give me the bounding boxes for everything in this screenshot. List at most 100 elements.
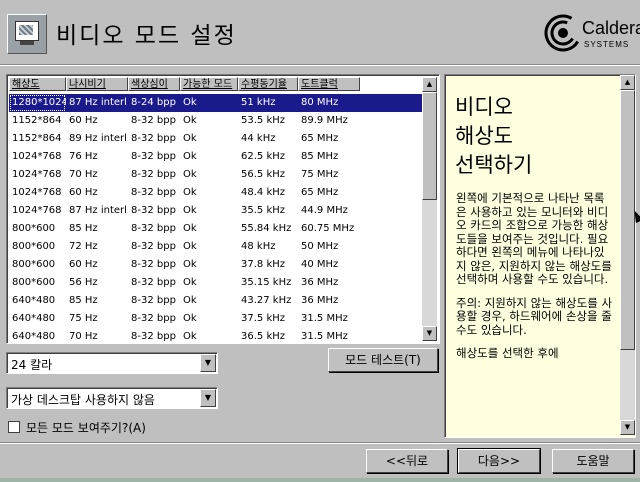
- table-row[interactable]: 1024*768 70 Hz 8-32 bpp Ok 56.5 kHz 75 MHz: [9, 166, 423, 184]
- next-button[interactable]: 다음>>: [457, 448, 541, 474]
- table-cell: 60 Hz: [69, 115, 98, 126]
- color-depth-select[interactable]: 24 칼라 ▼: [6, 352, 218, 374]
- table-cell: 36 MHz: [301, 295, 339, 306]
- table-row[interactable]: 640*480 85 Hz 8-32 bpp Ok 43.27 kHz 36 MHz: [9, 292, 423, 310]
- scroll-down-button[interactable]: ▼: [620, 420, 635, 435]
- table-cell: 75 MHz: [301, 169, 339, 180]
- table-cell: 640*480: [12, 313, 56, 324]
- table-row[interactable]: 1152*864 60 Hz 8-32 bpp Ok 53.5 kHz 89.9 MHz: [9, 112, 423, 130]
- logo-subtitle: SYSTEMS: [584, 40, 630, 49]
- table-cell: 1280*1024: [9, 94, 66, 112]
- scroll-thumb[interactable]: [422, 92, 437, 200]
- table-cell: Ok: [183, 313, 197, 324]
- table-cell: 8-32 bpp: [131, 133, 176, 144]
- table-row[interactable]: 1024*768 87 Hz interl. 8-32 bpp Ok 35.5 kHz 4…: [9, 202, 423, 220]
- table-cell: 75 Hz: [69, 313, 98, 324]
- chevron-down-icon[interactable]: ▼: [200, 389, 216, 407]
- table-row[interactable]: 1152*864 89 Hz interl. 8-32 bpp Ok 44 kHz 65 …: [9, 130, 423, 148]
- table-cell: 8-32 bpp: [131, 259, 176, 270]
- table-cell: 31.5 MHz: [301, 313, 348, 324]
- table-cell: 1152*864: [12, 133, 62, 144]
- table-cell: 60 Hz: [69, 187, 98, 198]
- table-cell: 62.5 kHz: [241, 151, 286, 162]
- table-cell: Ok: [183, 259, 197, 270]
- table-cell: 35.5 kHz: [241, 205, 286, 216]
- table-cell: 70 Hz: [69, 331, 98, 341]
- table-cell: 640*480: [12, 295, 56, 306]
- table-cell: 65 MHz: [301, 133, 339, 144]
- caldera-logo: Caldera SYSTEMS: [544, 12, 640, 54]
- virtual-desktop-select[interactable]: 가상 데스크탑 사용하지 않음 ▼: [6, 387, 218, 409]
- table-cell: 76 Hz: [69, 151, 98, 162]
- table-cell: Ok: [183, 205, 197, 216]
- table-cell: 87 Hz interl.: [69, 205, 128, 216]
- table-body: 1280*1024 87 Hz interl. 8-24 bpp Ok 51 kHz 80…: [9, 94, 423, 341]
- table-cell: 87 Hz interl.: [69, 97, 128, 108]
- column-header-dotclock[interactable]: 도트클럭: [298, 77, 360, 91]
- table-cell: 8-32 bpp: [131, 205, 176, 216]
- checkbox-box[interactable]: [8, 421, 20, 433]
- table-cell: 1024*768: [12, 205, 62, 216]
- table-cell: 1152*864: [12, 115, 62, 126]
- table-cell: 1024*768: [12, 151, 62, 162]
- table-row[interactable]: 1280*1024 87 Hz interl. 8-24 bpp Ok 51 kHz 80…: [9, 94, 423, 112]
- table-cell: 8-32 bpp: [131, 241, 176, 252]
- table-cell: 44 kHz: [241, 133, 276, 144]
- table-cell: 800*600: [12, 241, 56, 252]
- table-cell: 8-32 bpp: [131, 115, 176, 126]
- scroll-up-button[interactable]: ▲: [422, 77, 437, 92]
- table-row[interactable]: 1024*768 76 Hz 8-32 bpp Ok 62.5 kHz 85 MHz: [9, 148, 423, 166]
- table-scrollbar[interactable]: ▲ ▼: [422, 77, 437, 341]
- scroll-thumb[interactable]: [620, 90, 635, 350]
- table-cell: 1024*768: [12, 169, 62, 180]
- table-cell: Ok: [183, 187, 197, 198]
- table-cell: 800*600: [12, 259, 56, 270]
- table-cell: 1024*768: [12, 187, 62, 198]
- table-row[interactable]: 800*600 85 Hz 8-32 bpp Ok 55.84 kHz 60.75 MHz: [9, 220, 423, 238]
- table-cell: Ok: [183, 97, 197, 108]
- table-row[interactable]: 640*480 75 Hz 8-32 bpp Ok 37.5 kHz 31.5 MHz: [9, 310, 423, 328]
- column-header-color-depth[interactable]: 색상심이: [128, 77, 180, 91]
- table-cell: 640*480: [12, 331, 56, 341]
- back-button[interactable]: <<뒤로: [366, 449, 448, 473]
- column-header-hsync[interactable]: 수평동기율: [238, 77, 298, 91]
- scroll-up-button[interactable]: ▲: [620, 75, 635, 90]
- table-cell: 44.9 MHz: [301, 205, 348, 216]
- column-header-mode-status[interactable]: 가능한 모드: [180, 77, 238, 91]
- help-scrollbar[interactable]: ▲ ▼: [620, 75, 635, 435]
- table-row[interactable]: 640*480 70 Hz 8-32 bpp Ok 36.5 kHz 31.5 MHz: [9, 328, 423, 341]
- table-cell: 55.84 kHz: [241, 223, 292, 234]
- table-row[interactable]: 800*600 72 Hz 8-32 bpp Ok 48 kHz 50 MHz: [9, 238, 423, 256]
- desktop-strip: [0, 478, 640, 482]
- table-cell: 48.4 kHz: [241, 187, 286, 198]
- table-cell: 85 Hz: [69, 295, 98, 306]
- column-header-resolution[interactable]: 해상도: [9, 77, 66, 91]
- table-cell: 43.27 kHz: [241, 295, 292, 306]
- table-cell: 31.5 MHz: [301, 331, 348, 341]
- table-cell: 8-32 bpp: [131, 295, 176, 306]
- chevron-down-icon[interactable]: ▼: [200, 354, 216, 372]
- color-depth-value: 24 칼라: [11, 358, 53, 372]
- help-paragraph: 해상도를 선택한 후에: [456, 346, 559, 360]
- table-cell: 72 Hz: [69, 241, 98, 252]
- table-cell: 800*600: [12, 223, 56, 234]
- table-cell: 36 MHz: [301, 277, 339, 288]
- table-cell: 8-24 bpp: [131, 97, 176, 108]
- table-row[interactable]: 1024*768 60 Hz 8-32 bpp Ok 48.4 kHz 65 MHz: [9, 184, 423, 202]
- table-header: 해상도 나시비기 색상심이 가능한 모드 수평동기율 도트클럭: [9, 77, 360, 93]
- table-cell: Ok: [183, 241, 197, 252]
- video-mode-table[interactable]: 해상도 나시비기 색상심이 가능한 모드 수평동기율 도트클럭 1280*102…: [6, 74, 440, 344]
- footer-divider: [0, 442, 640, 444]
- table-row[interactable]: 800*600 60 Hz 8-32 bpp Ok 37.8 kHz 40 MHz: [9, 256, 423, 274]
- table-cell: 85 Hz: [69, 223, 98, 234]
- show-all-modes-checkbox[interactable]: 모든 모드 보여주기?(A): [8, 420, 146, 435]
- column-header-refresh[interactable]: 나시비기: [66, 77, 128, 91]
- help-button[interactable]: 도움말: [552, 449, 634, 473]
- table-cell: 8-32 bpp: [131, 331, 176, 341]
- scroll-down-button[interactable]: ▼: [422, 326, 437, 341]
- table-cell: 85 MHz: [301, 151, 339, 162]
- mode-test-button[interactable]: 모드 테스트(T): [328, 348, 438, 372]
- caldera-logo-icon: [544, 14, 582, 52]
- table-cell: 65 MHz: [301, 187, 339, 198]
- table-row[interactable]: 800*600 56 Hz 8-32 bpp Ok 35.15 kHz 36 MHz: [9, 274, 423, 292]
